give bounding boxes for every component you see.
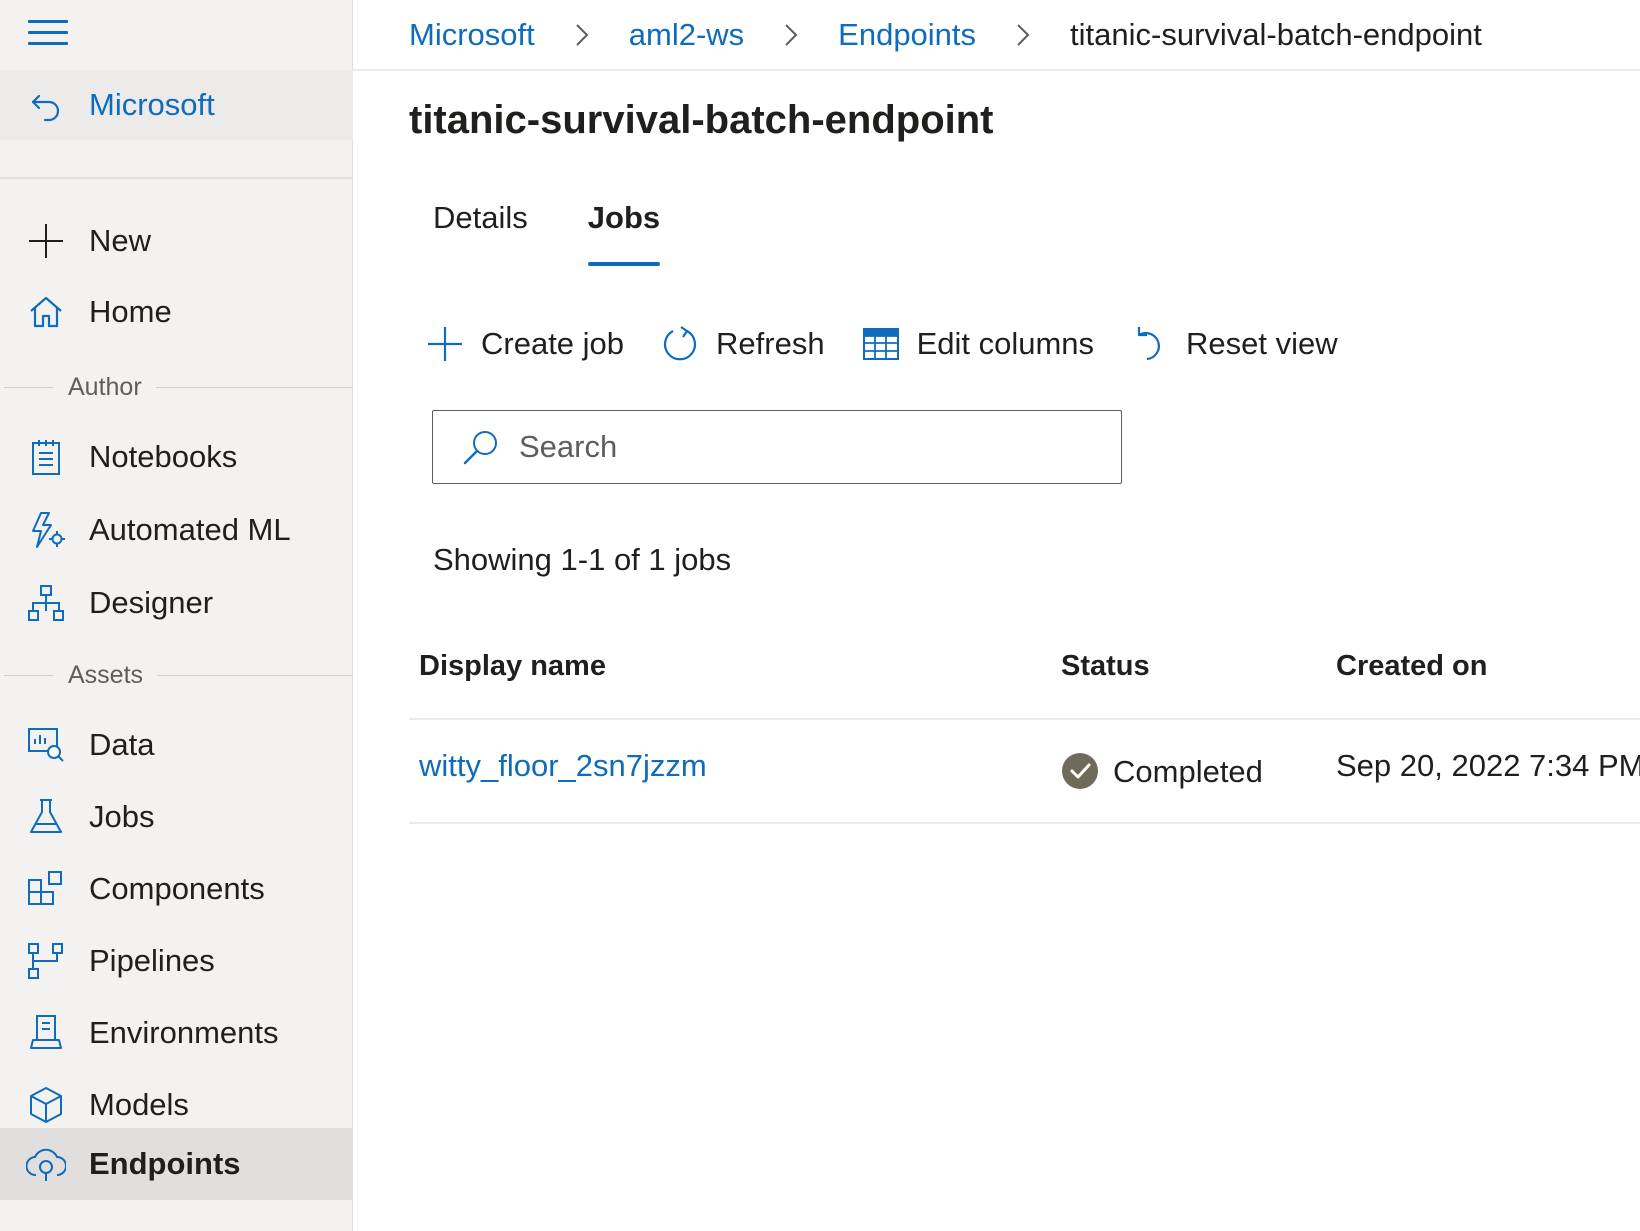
toolbar: Create job Refresh Edit columns Reset vi… — [425, 322, 1374, 366]
sidebar-item-pipelines[interactable]: Pipelines — [0, 927, 353, 995]
main-content: Microsoft aml2-ws Endpoints titanic-surv… — [353, 0, 1640, 1231]
sidebar-item-components[interactable]: Components — [0, 855, 353, 923]
table-columns-icon — [861, 324, 901, 364]
create-job-button[interactable]: Create job — [425, 324, 624, 364]
sidebar-item-notebooks[interactable]: Notebooks — [0, 423, 353, 491]
automated-ml-icon — [26, 510, 66, 550]
sidebar-item-new[interactable]: New — [0, 207, 353, 275]
components-icon — [26, 869, 66, 909]
back-arrow-icon — [28, 87, 64, 123]
status-cell: Completed — [1061, 752, 1263, 792]
tab-details[interactable]: Details — [433, 200, 528, 270]
home-icon — [26, 292, 66, 332]
column-header-created-on[interactable]: Created on — [1336, 650, 1487, 683]
sidebar-item-label: Endpoints — [89, 1146, 241, 1181]
notebook-icon — [26, 437, 66, 477]
reset-view-button[interactable]: Reset view — [1130, 324, 1338, 364]
breadcrumb-item[interactable]: Endpoints — [838, 17, 976, 53]
refresh-icon — [660, 324, 700, 364]
flask-icon — [26, 797, 66, 837]
sidebar-item-data[interactable]: Data — [0, 711, 353, 779]
sidebar-item-designer[interactable]: Designer — [0, 569, 353, 637]
tab-list: Details Jobs — [433, 200, 720, 270]
sidebar-item-label: Designer — [89, 585, 214, 620]
back-to-workspace-link[interactable]: Microsoft — [0, 70, 353, 140]
endpoints-icon — [26, 1144, 66, 1184]
breadcrumb-current: titanic-survival-batch-endpoint — [1070, 16, 1482, 52]
search-box — [432, 410, 1122, 484]
sidebar-item-label: Components — [89, 871, 265, 906]
job-display-name-link[interactable]: witty_floor_2sn7jzzm — [419, 748, 707, 784]
undo-icon — [1130, 324, 1170, 364]
page-title: titanic-survival-batch-endpoint — [409, 98, 994, 142]
breadcrumb-item[interactable]: aml2-ws — [629, 17, 744, 53]
hamburger-menu-icon[interactable] — [28, 20, 68, 50]
sidebar-item-label: Pipelines — [89, 943, 215, 978]
column-header-display-name[interactable]: Display name — [419, 650, 606, 683]
pipelines-icon — [26, 941, 66, 981]
sidebar-item-label: Environments — [89, 1015, 279, 1050]
sidebar-item-label: Jobs — [89, 799, 155, 834]
plus-icon — [26, 221, 66, 261]
sidebar-item-jobs[interactable]: Jobs — [0, 783, 353, 851]
sidebar-item-home[interactable]: Home — [0, 278, 353, 346]
edit-columns-button[interactable]: Edit columns — [861, 324, 1094, 364]
chevron-right-icon — [998, 20, 1048, 50]
status-text: Completed — [1113, 754, 1263, 789]
search-input[interactable] — [519, 429, 1079, 465]
refresh-button[interactable]: Refresh — [660, 324, 825, 364]
sidebar-divider — [0, 177, 353, 179]
sidebar-item-label: Home — [89, 294, 172, 329]
check-circle-icon — [1061, 752, 1101, 792]
search-icon — [461, 427, 501, 467]
section-assets: Assets — [0, 660, 353, 690]
breadcrumb: Microsoft aml2-ws Endpoints titanic-surv… — [353, 0, 1640, 71]
table-header-row: Display name Status Created on — [409, 640, 1640, 720]
table-row: witty_floor_2sn7jzzm Completed Sep 20, 2… — [409, 720, 1640, 824]
tab-jobs[interactable]: Jobs — [587, 200, 661, 270]
chevron-right-icon — [766, 20, 816, 50]
chevron-right-icon — [557, 20, 607, 50]
column-header-status[interactable]: Status — [1061, 650, 1150, 683]
left-nav-sidebar: Microsoft New Home Author Notebooks Auto… — [0, 0, 353, 1231]
sidebar-item-label: New — [89, 223, 152, 258]
plus-icon — [425, 324, 465, 364]
sidebar-item-label: Data — [89, 727, 155, 762]
sidebar-item-label: Notebooks — [89, 439, 238, 474]
created-on-value: Sep 20, 2022 7:34 PM — [1336, 748, 1640, 783]
sidebar-item-endpoints[interactable]: Endpoints — [0, 1128, 353, 1200]
sidebar-item-label: Automated ML — [89, 512, 291, 547]
cube-icon — [26, 1085, 66, 1125]
back-label: Microsoft — [89, 87, 215, 122]
data-icon — [26, 725, 66, 765]
sidebar-item-environments[interactable]: Environments — [0, 999, 353, 1067]
sidebar-item-automated-ml[interactable]: Automated ML — [0, 496, 353, 564]
sidebar-item-label: Models — [89, 1087, 189, 1122]
designer-icon — [26, 583, 66, 623]
environments-icon — [26, 1013, 66, 1053]
breadcrumb-item[interactable]: Microsoft — [409, 17, 535, 53]
results-count: Showing 1-1 of 1 jobs — [433, 542, 732, 577]
section-author: Author — [0, 372, 353, 402]
